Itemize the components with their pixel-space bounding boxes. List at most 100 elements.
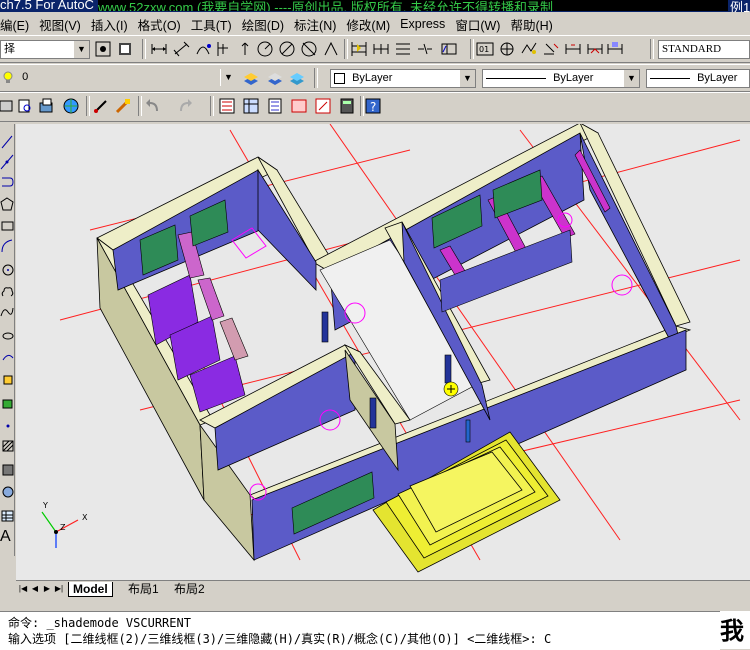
quick-dimension-icon[interactable] <box>322 40 340 58</box>
prev-tab-icon[interactable]: ◀ <box>30 583 40 595</box>
toolbar-separator <box>138 96 142 116</box>
multiline-text-icon[interactable]: A <box>0 528 14 546</box>
angular-dimension-icon[interactable] <box>300 40 318 58</box>
lineweight-preview <box>650 77 690 79</box>
toolbar-separator <box>470 39 474 59</box>
tool-palettes-icon[interactable] <box>266 97 284 115</box>
polyline-icon[interactable] <box>0 174 14 190</box>
match-properties-icon[interactable] <box>114 97 132 115</box>
spline-icon[interactable] <box>0 304 14 320</box>
layer-combo[interactable]: 0 ▼ <box>0 69 236 88</box>
menu-view[interactable]: 视图(V) <box>35 15 87 34</box>
layer-previous-icon[interactable] <box>266 69 284 87</box>
tab-layout1[interactable]: 布局1 <box>124 582 163 596</box>
sheet-set-icon[interactable] <box>290 97 308 115</box>
make-object-layer-current-icon[interactable] <box>242 69 260 87</box>
redo-icon[interactable] <box>176 97 194 115</box>
title-bar: ch7.5 For AutoC www.52zxw.com (我要自学网) --… <box>0 0 750 12</box>
selection-combo[interactable]: 择 ▼ <box>0 40 90 59</box>
linetype-combo[interactable]: ByLayer ▼ <box>482 69 640 88</box>
plot-icon[interactable] <box>0 97 16 115</box>
last-tab-icon[interactable]: ▶| <box>54 583 64 595</box>
ellipse-icon[interactable] <box>0 328 14 344</box>
arc-icon[interactable] <box>0 238 14 254</box>
dimension-update-icon[interactable] <box>586 40 604 58</box>
cut-icon[interactable] <box>92 97 110 115</box>
app-title: ch7.5 For AutoC <box>0 0 94 12</box>
tolerance-icon[interactable] <box>440 40 458 58</box>
gradient-icon[interactable] <box>0 462 14 478</box>
circle-icon[interactable] <box>0 262 14 278</box>
dimension-space-icon[interactable] <box>394 40 412 58</box>
jogged-radius-icon[interactable] <box>256 40 274 58</box>
quick-select-icon[interactable] <box>116 40 134 58</box>
point-icon[interactable] <box>0 418 14 434</box>
aligned-dimension-icon[interactable] <box>172 40 190 58</box>
menu-dimension[interactable]: 标注(N) <box>290 15 342 34</box>
linear-dimension-icon[interactable] <box>150 40 168 58</box>
grid-select-icon[interactable] <box>94 40 112 58</box>
dimension-style-icon[interactable] <box>606 40 624 58</box>
globe-icon[interactable] <box>62 97 80 115</box>
chevron-down-icon: ▼ <box>220 69 236 86</box>
layer-states-icon[interactable] <box>288 69 306 87</box>
chevron-down-icon: ▼ <box>459 70 475 87</box>
inspection-icon[interactable] <box>498 40 516 58</box>
rectangle-icon[interactable] <box>0 218 14 234</box>
dimension-style-combo[interactable]: STANDARD <box>658 40 750 59</box>
dimension-edit-icon[interactable] <box>542 40 560 58</box>
hatch-icon[interactable] <box>0 438 14 454</box>
menu-format[interactable]: 格式(O) <box>134 15 187 34</box>
menu-tools[interactable]: 工具(T) <box>187 15 238 34</box>
menu-help[interactable]: 帮助(H) <box>506 15 558 34</box>
next-tab-icon[interactable]: ▶ <box>42 583 52 595</box>
properties-icon[interactable] <box>218 97 236 115</box>
dimension-break-icon[interactable] <box>416 40 434 58</box>
insert-block-icon[interactable] <box>0 372 14 388</box>
lightbulb-icon <box>3 71 13 84</box>
menu-window[interactable]: 窗口(W) <box>451 15 506 34</box>
radius-dimension-icon[interactable] <box>236 40 254 58</box>
toolbar-separator <box>650 39 654 59</box>
menu-express[interactable]: Express <box>396 17 451 31</box>
color-combo[interactable]: ByLayer ▼ <box>330 69 476 88</box>
selection-combo-value: 择 <box>4 43 15 55</box>
menu-bar: 编(E) 视图(V) 插入(I) 格式(O) 工具(T) 绘图(D) 标注(N)… <box>0 13 750 35</box>
jogged-linear-icon[interactable] <box>520 40 538 58</box>
polygon-icon[interactable] <box>0 196 14 212</box>
ellipse-arc-icon[interactable] <box>0 350 14 366</box>
region-icon[interactable] <box>0 484 14 500</box>
tab-model[interactable]: Model <box>68 582 113 597</box>
menu-edit[interactable]: 编(E) <box>0 15 35 34</box>
chevron-down-icon: ▼ <box>73 41 89 58</box>
revision-cloud-icon[interactable] <box>0 284 14 300</box>
menu-modify[interactable]: 修改(M) <box>342 15 396 34</box>
undo-icon[interactable] <box>144 97 162 115</box>
arc-length-icon[interactable] <box>194 40 212 58</box>
publish-icon[interactable] <box>38 97 56 115</box>
drawing-viewport[interactable]: Y X Z <box>16 124 750 580</box>
diameter-dimension-icon[interactable] <box>278 40 296 58</box>
menu-insert[interactable]: 插入(I) <box>87 15 134 34</box>
table-icon[interactable] <box>0 508 14 524</box>
tab-layout2[interactable]: 布局2 <box>170 582 209 596</box>
plot-preview-icon[interactable] <box>16 97 34 115</box>
construction-line-icon[interactable] <box>0 154 14 170</box>
layout-tabs: |◀ ◀ ▶ ▶| Model 布局1 布局2 <box>16 580 750 598</box>
line-icon[interactable] <box>0 134 14 150</box>
menu-draw[interactable]: 绘图(D) <box>238 15 290 34</box>
center-mark-icon[interactable]: 01 <box>476 40 494 58</box>
dimension-text-edit-icon[interactable] <box>564 40 582 58</box>
baseline-dimension-icon[interactable] <box>350 40 368 58</box>
help-icon[interactable]: ? <box>364 97 382 115</box>
svg-text:Z: Z <box>60 523 66 532</box>
design-center-icon[interactable] <box>242 97 260 115</box>
first-tab-icon[interactable]: |◀ <box>18 583 28 595</box>
calculator-icon[interactable] <box>338 97 356 115</box>
lineweight-combo[interactable]: ByLayer <box>646 69 750 88</box>
continue-dimension-icon[interactable] <box>372 40 390 58</box>
make-block-icon[interactable] <box>0 396 14 412</box>
command-window[interactable]: 命令: _shademode VSCURRENT 输入选项 [二维线框(2)/三… <box>0 611 720 650</box>
markup-icon[interactable] <box>314 97 332 115</box>
ordinate-dimension-icon[interactable] <box>214 40 232 58</box>
